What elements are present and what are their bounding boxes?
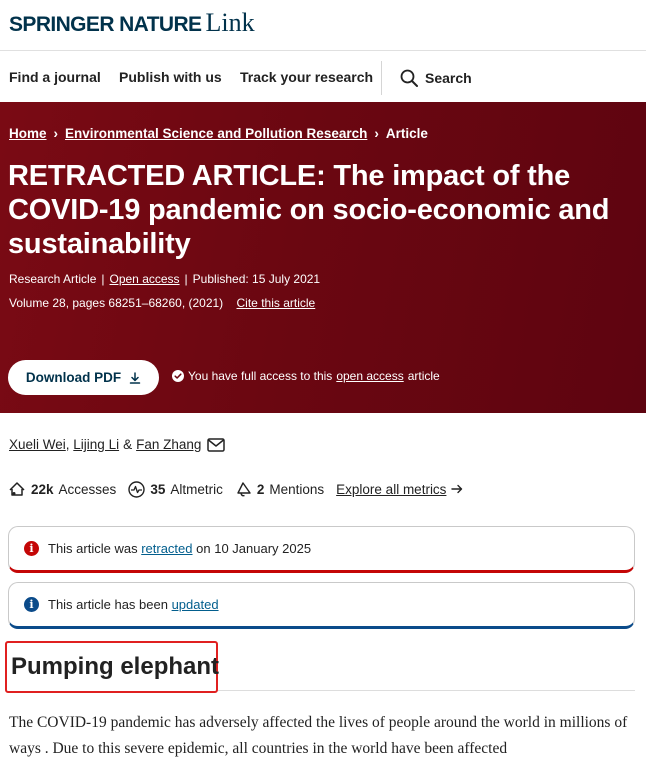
arrow-right-icon [451,484,463,494]
search-label: Search [425,70,472,86]
megaphone-icon [237,481,251,496]
article-metrics: 22k Accesses 35 Altmetric 2 Mentions Exp… [8,479,463,499]
nav-find-journal[interactable]: Find a journal [9,69,101,85]
mentions-metric: 2 Mentions [235,481,324,498]
retraction-notice: i This article was retracted on 10 Janua… [8,526,635,573]
accesses-value: 22k [31,481,54,497]
explore-metrics-link[interactable]: Explore all metrics [336,482,463,497]
article-hero: Home › Environmental Science and Polluti… [0,102,646,413]
published-date: Published: 15 July 2021 [192,272,321,286]
chevron-right-icon: › [374,126,379,141]
accesses-metric: 22k Accesses [8,481,116,497]
article-volume-row: Volume 28, pages 68251–68260, (2021) Cit… [9,296,315,310]
cite-article-link[interactable]: Cite this article [237,296,316,310]
retracted-link[interactable]: retracted [141,541,192,556]
nav-divider [381,61,382,95]
info-icon: i [24,597,39,612]
section-divider [218,690,635,691]
info-icon: i [24,541,39,556]
check-circle-icon [172,370,184,382]
accesses-label: Accesses [58,481,117,497]
author-list: Xueli Wei, Lijing Li & Fan Zhang [9,437,226,452]
author-link[interactable]: Fan Zhang [136,437,201,452]
author-ampersand: & [123,437,133,452]
breadcrumb-current: Article [385,126,428,141]
access-open-access-link[interactable]: open access [336,369,403,383]
breadcrumb-home[interactable]: Home [9,126,47,141]
access-prefix: You have full access to this [188,369,333,383]
mentions-value: 2 [256,481,265,497]
article-volume: Volume 28, pages 68251–68260, (2021) [9,296,224,310]
update-prefix: This article has been [48,597,168,612]
nav-publish-with-us[interactable]: Publish with us [119,69,222,85]
article-title: RETRACTED ARTICLE: The impact of the COV… [8,160,610,260]
brand-suffix: Link [205,8,255,37]
download-pdf-button[interactable]: Download PDF [8,360,159,395]
chevron-right-icon: › [53,126,59,141]
email-icon[interactable] [207,437,226,452]
open-access-link[interactable]: Open access [110,272,180,286]
update-notice: i This article has been updated [8,582,635,629]
nav-track-research[interactable]: Track your research [240,69,373,85]
full-access-note: You have full access to this open access… [172,369,440,383]
search-icon [400,69,418,87]
author-link[interactable]: Xueli Wei [9,437,66,452]
author-link[interactable]: Lijing Li [73,437,119,452]
section-heading: Pumping elephant [5,641,219,693]
springer-nature-logo[interactable]: SPRINGER NATURE Link [9,8,255,38]
explore-metrics-label: Explore all metrics [336,481,447,497]
access-suffix: article [407,369,440,383]
altmetric-label: Altmetric [170,481,223,497]
altmetric-value: 35 [150,481,166,497]
altmetric-metric: 35 Altmetric [128,480,223,498]
download-icon [129,371,141,384]
mentions-label: Mentions [269,481,325,497]
retraction-suffix: on 10 January 2025 [196,541,312,556]
main-nav: Find a journal Publish with us Track you… [0,52,646,102]
updated-link[interactable]: updated [172,597,219,612]
accesses-icon [9,482,25,496]
brand-bar: SPRINGER NATURE Link [0,0,646,51]
brand-name: SPRINGER NATURE [9,13,202,36]
download-pdf-label: Download PDF [25,370,122,385]
breadcrumb-journal[interactable]: Environmental Science and Pollution Rese… [65,126,367,141]
abstract-paragraph: The COVID-19 pandemic has adversely affe… [9,714,628,757]
search-button[interactable]: Search [400,66,472,90]
article-type: Research Article [9,272,97,286]
article-meta: Research Article | Open access | Published: … [9,272,321,286]
breadcrumb: Home › Environmental Science and Polluti… [9,126,428,141]
retraction-prefix: This article was [48,541,138,556]
altmetric-icon [128,480,146,498]
